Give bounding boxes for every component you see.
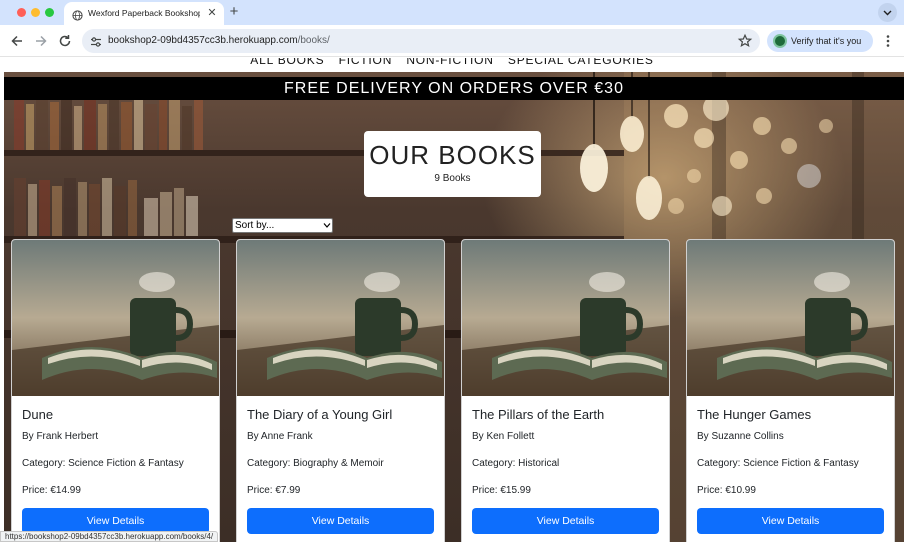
maximize-window-button[interactable]: [45, 8, 54, 17]
book-author: By Suzanne Collins: [697, 431, 784, 442]
book-cover-image[interactable]: [687, 240, 894, 396]
book-price: Price: €15.99: [472, 485, 531, 496]
book-category: Category: Biography & Memoir: [247, 458, 384, 469]
book-author: By Frank Herbert: [22, 431, 99, 442]
book-author: By Anne Frank: [247, 431, 313, 442]
book-price: Price: €10.99: [697, 485, 756, 496]
sort-select-value: Sort by...: [235, 220, 275, 231]
page-title: OUR BOOKS: [369, 140, 536, 170]
book-category: Category: Historical: [472, 458, 560, 469]
new-tab-icon[interactable]: +: [226, 4, 242, 20]
url-text: bookshop2-09bd4357cc3b.herokuapp.com/boo…: [108, 34, 330, 48]
view-details-button[interactable]: View Details: [247, 508, 434, 534]
book-author: By Ken Follett: [472, 431, 535, 442]
book-cover-image[interactable]: [12, 240, 219, 396]
browser-tab-bar: Wexford Paperback Bookshop ✕ +: [0, 0, 904, 25]
close-window-button[interactable]: [17, 8, 26, 17]
bookmark-star-icon[interactable]: [737, 33, 753, 49]
reload-icon[interactable]: [57, 33, 73, 49]
page-title-box: OUR BOOKS 9 Books: [364, 131, 541, 197]
forward-icon[interactable]: [33, 33, 49, 49]
book-cover-image[interactable]: [237, 240, 444, 396]
book-count: 9 Books: [434, 173, 471, 184]
book-price: Price: €7.99: [247, 485, 301, 496]
tab-search-button[interactable]: [878, 3, 897, 22]
view-details-button[interactable]: View Details: [697, 508, 884, 534]
book-card: The Diary of a Young Girl By Anne Frank …: [236, 239, 445, 542]
free-delivery-banner: FREE DELIVERY ON ORDERS OVER €30: [4, 77, 904, 100]
book-price: Price: €14.99: [22, 485, 81, 496]
nav-fiction[interactable]: FICTION: [339, 58, 393, 67]
nav-non-fiction[interactable]: NON-FICTION: [406, 58, 493, 67]
browser-tab[interactable]: Wexford Paperback Bookshop ✕: [64, 2, 224, 25]
chevron-down-icon: [883, 10, 892, 16]
minimize-window-button[interactable]: [31, 8, 40, 17]
site-info-icon[interactable]: [90, 35, 102, 47]
nav-all-books[interactable]: ALL BOOKS: [250, 58, 324, 67]
book-title: The Hunger Games: [697, 407, 812, 422]
tab-title: Wexford Paperback Bookshop: [88, 8, 200, 18]
status-bar-url: https://bookshop2-09bd4357cc3b.herokuapp…: [0, 531, 219, 542]
nav-special-categories[interactable]: SPECIAL CATEGORIES: [508, 58, 654, 67]
book-cover-image[interactable]: [462, 240, 669, 396]
main-navigation: ALL BOOKS FICTION NON-FICTION SPECIAL CA…: [0, 58, 904, 68]
back-icon[interactable]: [9, 33, 25, 49]
book-title: The Pillars of the Earth: [472, 407, 605, 422]
verify-label: Verify that it's you: [791, 36, 862, 46]
browser-toolbar: bookshop2-09bd4357cc3b.herokuapp.com/boo…: [0, 25, 904, 57]
globe-icon: [72, 8, 83, 21]
close-tab-icon[interactable]: ✕: [205, 6, 219, 20]
page-viewport: ALL BOOKS FICTION NON-FICTION SPECIAL CA…: [0, 58, 904, 542]
chevron-down-icon: [323, 223, 331, 228]
book-title: The Diary of a Young Girl: [247, 407, 393, 422]
more-menu-icon[interactable]: [880, 33, 896, 49]
book-title: Dune: [22, 407, 54, 422]
book-category: Category: Science Fiction & Fantasy: [22, 458, 184, 469]
book-card: Dune By Frank Herbert Category: Science …: [11, 239, 220, 542]
book-card: The Hunger Games By Suzanne Collins Cate…: [686, 239, 895, 542]
view-details-button[interactable]: View Details: [472, 508, 659, 534]
avatar: [773, 34, 787, 48]
book-card: The Pillars of the Earth By Ken Follett …: [461, 239, 670, 542]
url-host: bookshop2-09bd4357cc3b.herokuapp.com: [108, 35, 298, 46]
url-path: /books/: [297, 35, 330, 46]
book-category: Category: Science Fiction & Fantasy: [697, 458, 859, 469]
address-bar[interactable]: bookshop2-09bd4357cc3b.herokuapp.com/boo…: [82, 29, 760, 53]
sort-select[interactable]: Sort by...: [232, 218, 333, 233]
verify-identity-chip[interactable]: Verify that it's you: [767, 30, 873, 52]
